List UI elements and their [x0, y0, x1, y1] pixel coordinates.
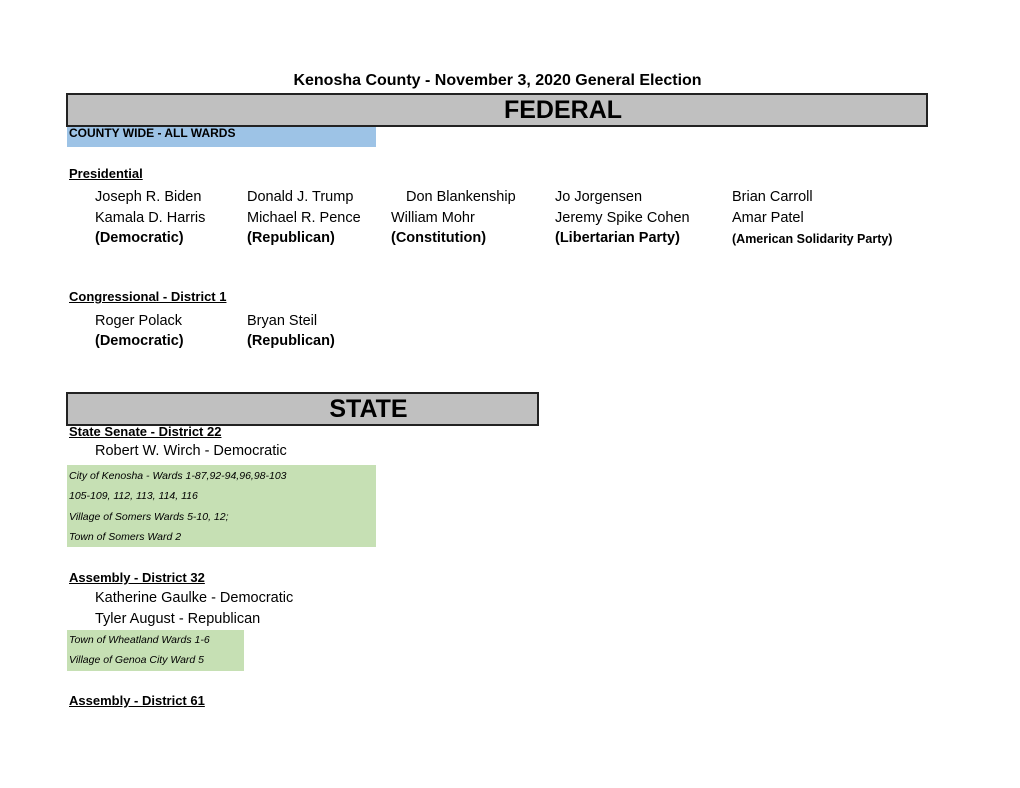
state-senate-heading: State Senate - District 22: [69, 424, 222, 439]
ward-line: 105-109, 112, 113, 114, 116: [69, 490, 198, 502]
ticket-1-vice-president: Kamala D. Harris: [95, 210, 206, 226]
ticket-2-vice-president: Michael R. Pence: [247, 210, 361, 226]
assembly-61-heading: Assembly - District 61: [69, 693, 205, 708]
ticket-5-party: (American Solidarity Party): [732, 232, 893, 246]
assembly-32-candidate-1: Katherine Gaulke - Democratic: [95, 590, 294, 606]
ward-line: Village of Genoa City Ward 5: [69, 654, 205, 666]
congressional-candidate-2-name: Bryan Steil: [247, 313, 318, 329]
ticket-5-vice-president: Amar Patel: [732, 210, 804, 226]
congressional-candidate-1-name: Roger Polack: [95, 313, 183, 329]
congressional-candidate-2-party: (Republican): [247, 333, 335, 349]
presidential-heading: Presidential: [69, 166, 143, 181]
assembly-32-wards: Town of Wheatland Wards 1-6 Village of G…: [67, 630, 244, 671]
state-section-label: STATE: [329, 395, 408, 423]
ticket-4-president: Jo Jorgensen: [555, 189, 643, 205]
congressional-heading: Congressional - District 1: [69, 289, 227, 304]
ticket-1-party: (Democratic): [95, 230, 184, 246]
ticket-3-president: Don Blankenship: [406, 189, 516, 205]
ticket-5-president: Brian Carroll: [732, 189, 813, 205]
assembly-32-candidate-2: Tyler August - Republican: [95, 611, 261, 627]
ticket-1-president: Joseph R. Biden: [95, 189, 202, 205]
ward-line: Village of Somers Wards 5-10, 12;: [69, 511, 229, 523]
ward-line: Town of Somers Ward 2: [69, 531, 182, 543]
ward-line: City of Kenosha - Wards 1-87,92-94,96,98…: [69, 470, 287, 482]
state-senate-wards: City of Kenosha - Wards 1-87,92-94,96,98…: [67, 465, 376, 547]
ticket-2-party: (Republican): [247, 230, 335, 246]
county-wide-scope-label: COUNTY WIDE - ALL WARDS: [67, 127, 376, 147]
state-senate-candidate-1: Robert W. Wirch - Democratic: [95, 443, 287, 459]
ticket-3-vice-president: William Mohr: [391, 210, 475, 226]
state-section-header: STATE: [66, 392, 539, 426]
ticket-3-party: (Constitution): [391, 230, 487, 246]
congressional-candidate-1-party: (Democratic): [95, 333, 184, 349]
document-title: Kenosha County - November 3, 2020 Genera…: [293, 72, 702, 89]
ticket-4-vice-president: Jeremy Spike Cohen: [555, 210, 690, 226]
federal-section-header: FEDERAL: [66, 93, 928, 127]
ticket-4-party: (Libertarian Party): [555, 230, 680, 246]
federal-section-label: FEDERAL: [503, 96, 623, 124]
ticket-2-president: Donald J. Trump: [247, 189, 354, 205]
assembly-32-heading: Assembly - District 32: [69, 570, 205, 585]
ward-line: Town of Wheatland Wards 1-6: [69, 634, 210, 646]
